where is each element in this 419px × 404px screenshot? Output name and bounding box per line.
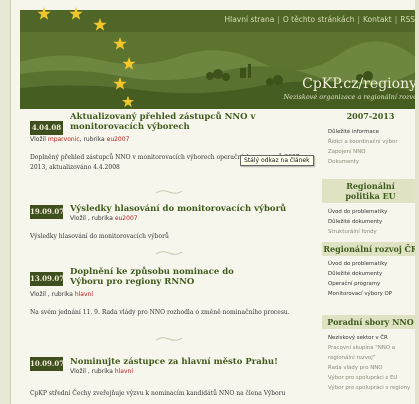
- star-icon: [69, 7, 83, 20]
- sidebar-item[interactable]: Výbor pro spolupráci s EU: [328, 373, 410, 383]
- article-title[interactable]: Aktualizovaný přehled zástupců NNO v mon…: [70, 112, 270, 132]
- category-link[interactable]: hlavní: [115, 368, 133, 375]
- article-date: 4.04.08: [30, 121, 63, 135]
- sidebar-item[interactable]: Monitorovací výbory OP: [328, 289, 392, 299]
- sidebar-heading: Regionální rozvoj ČR: [322, 242, 419, 256]
- sidebar-item[interactable]: Důležité dokumenty: [328, 269, 392, 279]
- site-title[interactable]: CpKP.cz/regiony: [302, 76, 417, 92]
- category-link[interactable]: eu2007: [107, 136, 130, 143]
- sidebar-item[interactable]: Řídící a koordinační výbor: [328, 137, 398, 147]
- star-icon: [121, 95, 135, 108]
- sidebar-heading: Poradní sbory NNO: [322, 315, 419, 329]
- sidebar-item[interactable]: Neziskový sektor v ČR: [328, 333, 410, 343]
- star-icon: [93, 18, 107, 31]
- sidebar-list: Úvod do problematiky Důležité dokumenty …: [328, 259, 392, 299]
- article-title[interactable]: Výsledky hlasování do monitorovacích výb…: [70, 204, 300, 214]
- ornament-divider: [155, 251, 183, 255]
- article-byline: Vložil , rubrika hlavní: [70, 368, 133, 375]
- nav-rss-link[interactable]: RSS: [400, 15, 415, 24]
- site-subtitle: Neziskové organizace a regionální rozvo: [283, 93, 417, 101]
- star-icon: [37, 7, 51, 20]
- eu-stars-logo: [37, 7, 136, 108]
- star-icon: [113, 37, 127, 50]
- sidebar-list: Úvod do problematiky Důležité dokumenty …: [328, 207, 387, 237]
- article-date: 19.09.07: [30, 205, 64, 219]
- sidebar-item[interactable]: Důležité informace: [328, 127, 398, 137]
- sidebar-item[interactable]: Výbor pro spolupráci s regiony: [328, 383, 410, 393]
- article-date: 10.09.07: [30, 357, 64, 371]
- author-link[interactable]: mparvonic: [48, 136, 80, 143]
- permalink-tooltip: Stálý odkaz na článek: [240, 155, 314, 166]
- nav-contact-link[interactable]: Kontakt: [363, 15, 392, 24]
- sidebar-heading: 2007-2013: [346, 111, 395, 121]
- sidebar-item[interactable]: Pracovní skupina "NNO a: [328, 343, 410, 353]
- sidebar-heading: Regionální politika EU: [322, 179, 419, 203]
- category-link[interactable]: hlavní: [75, 291, 93, 298]
- article-body: Na svém jednání 11. 9. Rada vlády pro NN…: [30, 309, 290, 316]
- sidebar-list: Důležité informace Řídící a koordinační …: [328, 127, 398, 167]
- article-byline: Vložil , rubrika eu2007: [70, 215, 138, 222]
- scrollbar[interactable]: [415, 0, 419, 404]
- top-navigation: Hlavní strana | O těchto stránkách | Kontakt…: [224, 15, 415, 24]
- ornament-divider: [155, 337, 183, 341]
- article-title[interactable]: Doplnění ke způsobu nominace do Výboru p…: [70, 267, 270, 287]
- sidebar-item[interactable]: Zapojení NNO: [328, 147, 398, 157]
- star-icon: [122, 57, 136, 70]
- sidebar-item[interactable]: Úvod do problematiky: [328, 207, 387, 217]
- article-byline: Vložil , rubrika hlavní: [30, 291, 93, 298]
- article-byline: Vložil mparvonic, rubrika eu2007: [30, 136, 130, 143]
- sidebar: 2007-2013 Důležité informace Řídící a ko…: [322, 109, 419, 404]
- sidebar-item[interactable]: Úvod do problematiky: [328, 259, 392, 269]
- article-body: CpKP střední Čechy zveřejňuje výzvu k no…: [30, 390, 286, 397]
- sidebar-item[interactable]: Strukturální fondy: [328, 227, 387, 237]
- sidebar-item[interactable]: Důležité dokumenty: [328, 217, 387, 227]
- article-date: 13.09.07: [30, 272, 64, 286]
- sidebar-item[interactable]: Rada vlády pro NNO: [328, 363, 410, 373]
- nav-home-link[interactable]: Hlavní strana: [224, 15, 274, 24]
- article-body: Výsledky hlasování do monitorovacích výb…: [30, 233, 169, 240]
- article-title[interactable]: Nominujte zástupce za hlavní město Prahu…: [70, 357, 308, 367]
- category-link[interactable]: eu2007: [115, 215, 138, 222]
- sidebar-list: Neziskový sektor v ČR Pracovní skupina "…: [328, 333, 410, 393]
- main-content: 4.04.08 Aktualizovaný přehled zástupců N…: [30, 109, 314, 404]
- nav-about-link[interactable]: O těchto stránkách: [283, 15, 355, 24]
- ornament-divider: [155, 190, 183, 194]
- sidebar-item[interactable]: regionální rozvoj": [328, 353, 410, 363]
- star-icon: [113, 77, 127, 90]
- sidebar-item[interactable]: Operační programy: [328, 279, 392, 289]
- sidebar-item[interactable]: Dokumenty: [328, 157, 398, 167]
